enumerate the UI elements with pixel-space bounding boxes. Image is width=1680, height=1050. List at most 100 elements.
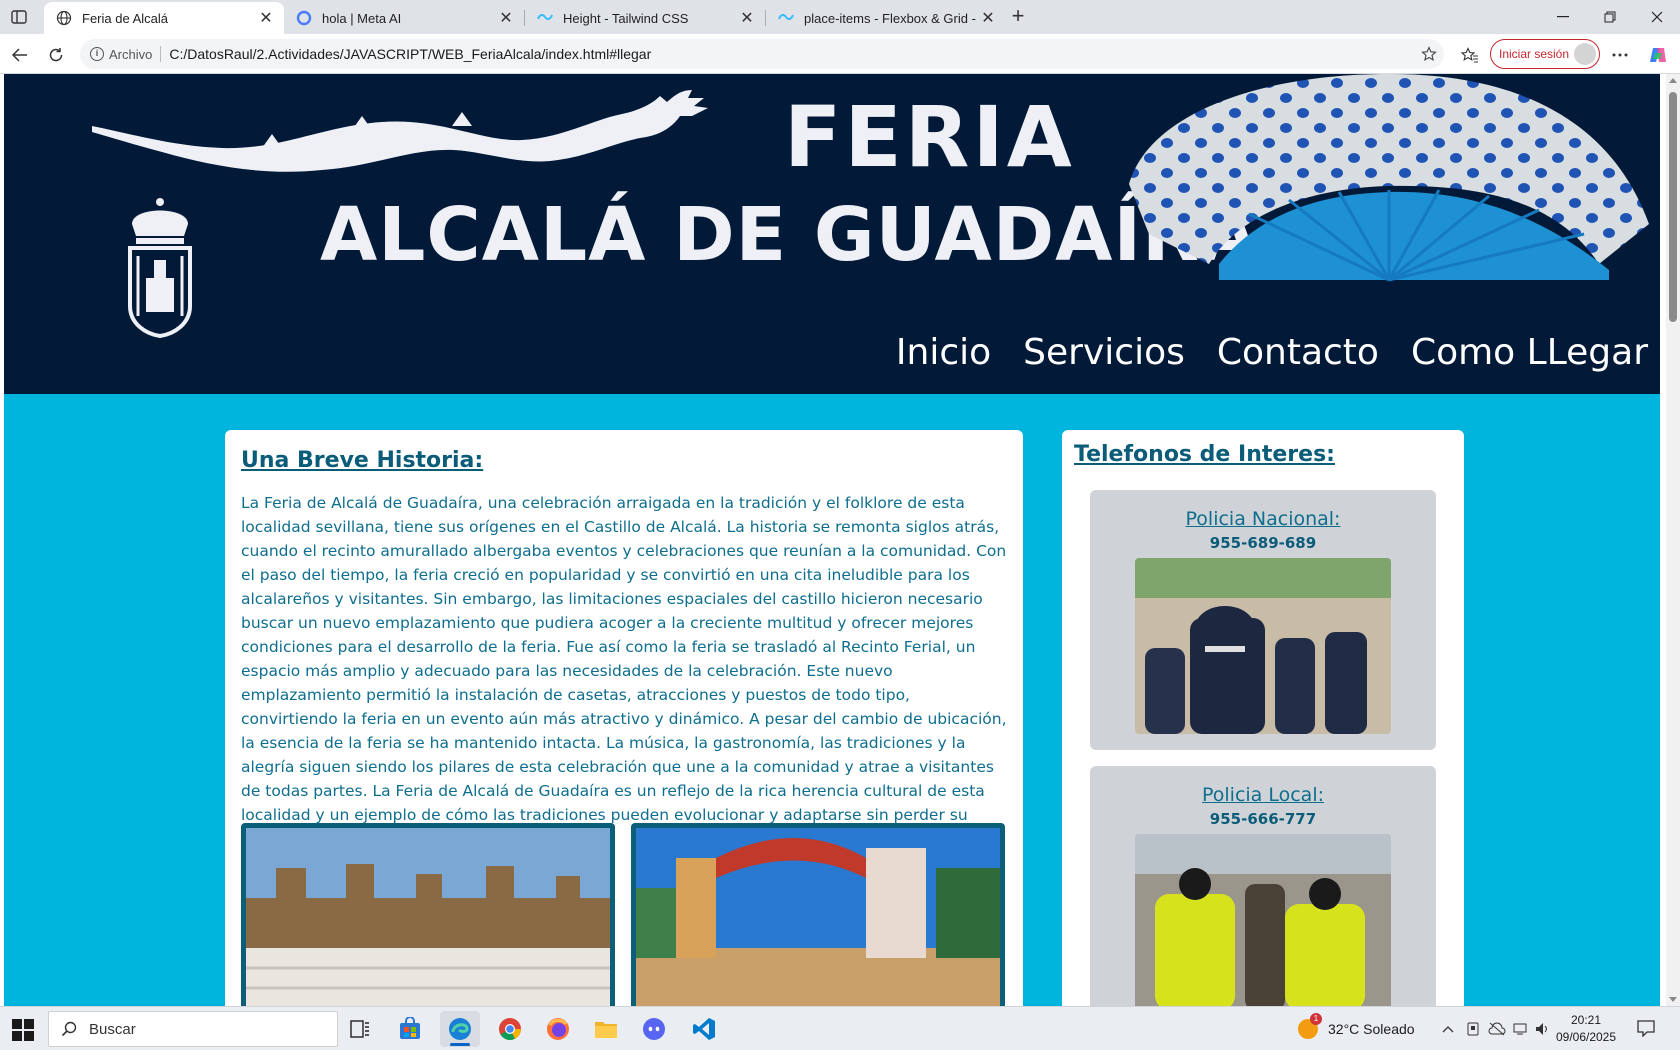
tray-overflow-chevron-icon[interactable] bbox=[1437, 1019, 1459, 1039]
taskbar-search-placeholder: Buscar bbox=[89, 1020, 136, 1038]
close-tab-icon[interactable]: ✕ bbox=[496, 8, 516, 28]
address-scheme-label: Archivo bbox=[109, 46, 153, 62]
tab-title: Feria de Alcalá bbox=[82, 10, 168, 26]
minimize-icon bbox=[1557, 16, 1569, 18]
tray-network-icon[interactable] bbox=[1510, 1019, 1532, 1039]
taskbar-firefox[interactable] bbox=[538, 1011, 578, 1047]
site-title-feria: FERIA bbox=[784, 88, 1075, 186]
tab-meta-ai[interactable]: hola | Meta AI ✕ bbox=[284, 2, 524, 34]
folder-icon bbox=[595, 1022, 617, 1038]
chrome-icon bbox=[499, 1018, 521, 1040]
info-icon[interactable]: i bbox=[90, 47, 104, 61]
tab-title: Height - Tailwind CSS bbox=[563, 10, 689, 26]
tab-tailwind-place-items[interactable]: place-items - Flexbox & Grid - Tai ✕ bbox=[766, 2, 1006, 34]
tailwind-icon bbox=[778, 10, 794, 26]
more-horizontal-icon bbox=[1612, 53, 1628, 57]
phone-name[interactable]: Policia Local: bbox=[1090, 784, 1436, 806]
tab-tailwind-height[interactable]: Height - Tailwind CSS ✕ bbox=[525, 2, 765, 34]
weather-text: 32°C Soleado bbox=[1328, 1021, 1415, 1037]
tab-actions-button[interactable] bbox=[8, 6, 30, 28]
site-body: FERIA ALCALÁ DE GUADAÍRA Inicio Servicio… bbox=[4, 74, 1660, 1006]
taskbar-chrome[interactable] bbox=[490, 1011, 530, 1047]
site-header: FERIA ALCALÁ DE GUADAÍRA Inicio Servicio… bbox=[4, 74, 1660, 394]
address-bar[interactable]: i Archivo C:/DatosRaul/2.Actividades/JAV… bbox=[80, 39, 1444, 69]
policia-local-photo bbox=[1135, 834, 1391, 1006]
minimize-button[interactable] bbox=[1540, 4, 1586, 30]
taskbar-weather[interactable]: 32°C Soleado bbox=[1298, 1013, 1415, 1039]
new-tab-button[interactable]: + bbox=[1005, 5, 1031, 29]
arrow-left-icon bbox=[12, 48, 27, 62]
coat-of-arms-logo bbox=[128, 198, 192, 338]
phones-heading: Telefonos de Interes: bbox=[1074, 442, 1335, 467]
back-button[interactable] bbox=[7, 42, 33, 68]
microsoft-store-icon bbox=[400, 1017, 420, 1039]
phone-card-policia-nacional: Policia Nacional: 955-689-689 bbox=[1090, 490, 1436, 750]
close-tab-icon[interactable]: ✕ bbox=[737, 8, 757, 28]
close-tab-icon[interactable]: ✕ bbox=[256, 8, 276, 28]
history-text: La Feria de Alcalá de Guadaíra, una cele… bbox=[241, 494, 1007, 848]
reload-button[interactable] bbox=[43, 42, 69, 68]
tailwind-icon bbox=[537, 10, 553, 26]
history-heading: Una Breve Historia: bbox=[241, 448, 484, 473]
taskbar-file-explorer[interactable] bbox=[586, 1011, 626, 1047]
address-divider bbox=[160, 46, 162, 62]
meta-ai-icon bbox=[296, 10, 312, 26]
tab-feria-alcala[interactable]: Feria de Alcalá ✕ bbox=[44, 2, 284, 34]
weather-sun-icon bbox=[1298, 1013, 1322, 1039]
nav-link-contacto[interactable]: Contacto bbox=[1217, 332, 1379, 373]
tray-cloud-icon[interactable] bbox=[1486, 1019, 1508, 1039]
taskbar-search-box[interactable]: Buscar bbox=[48, 1011, 338, 1047]
phones-card: Telefonos de Interes: Policia Nacional: … bbox=[1062, 430, 1464, 1006]
close-icon bbox=[1651, 11, 1663, 23]
task-view-button[interactable] bbox=[340, 1011, 380, 1047]
reload-icon bbox=[49, 48, 63, 62]
edge-icon bbox=[449, 1018, 471, 1040]
task-view-icon bbox=[350, 1020, 369, 1038]
favorite-star-icon[interactable] bbox=[1414, 46, 1444, 62]
taskbar-edge[interactable] bbox=[440, 1011, 480, 1047]
notifications-icon[interactable] bbox=[1636, 1019, 1656, 1037]
restore-button[interactable] bbox=[1587, 4, 1633, 30]
scroll-down-arrow-icon[interactable] bbox=[1669, 997, 1677, 1002]
settings-more-button[interactable] bbox=[1607, 42, 1633, 68]
windows-start-icon[interactable] bbox=[12, 1019, 34, 1041]
site-nav: Inicio Servicios Contacto Como LLegar bbox=[896, 332, 1648, 373]
sidebar-icon bbox=[11, 10, 27, 24]
castle-photo bbox=[241, 823, 615, 1006]
taskbar-clock[interactable]: 20:21 09/06/2025 bbox=[1548, 1012, 1624, 1046]
clock-time: 20:21 bbox=[1570, 1013, 1602, 1027]
nav-link-inicio[interactable]: Inicio bbox=[896, 332, 991, 373]
discord-icon bbox=[643, 1018, 665, 1040]
scroll-up-arrow-icon[interactable] bbox=[1669, 78, 1677, 83]
vertical-scrollbar[interactable] bbox=[1666, 74, 1680, 1006]
avatar bbox=[1574, 43, 1596, 65]
taskbar-store[interactable] bbox=[390, 1011, 430, 1047]
polka-dot-fan-image bbox=[1129, 74, 1649, 282]
taskbar-discord[interactable] bbox=[634, 1011, 674, 1047]
tab-title: hola | Meta AI bbox=[322, 10, 402, 26]
feria-portada-photo bbox=[631, 823, 1005, 1006]
sign-in-button[interactable]: Iniciar sesión bbox=[1490, 39, 1600, 69]
phone-card-policia-local: Policia Local: 955-666-777 bbox=[1090, 766, 1436, 1006]
restore-icon bbox=[1604, 11, 1616, 23]
policia-nacional-photo bbox=[1135, 558, 1391, 734]
scrollbar-thumb[interactable] bbox=[1669, 92, 1677, 322]
vscode-icon bbox=[693, 1018, 715, 1040]
copilot-icon bbox=[1650, 48, 1666, 62]
nav-link-como-llegar[interactable]: Como LLegar bbox=[1411, 332, 1648, 373]
tray-device-icon[interactable] bbox=[1462, 1019, 1484, 1039]
dragon-logo bbox=[92, 90, 708, 172]
browser-toolbar: i Archivo C:/DatosRaul/2.Actividades/JAV… bbox=[0, 34, 1680, 74]
close-tab-icon[interactable]: ✕ bbox=[978, 8, 998, 28]
sign-in-label: Iniciar sesión bbox=[1499, 47, 1570, 61]
copilot-button[interactable] bbox=[1645, 42, 1671, 68]
address-url[interactable]: C:/DatosRaul/2.Actividades/JAVASCRIPT/WE… bbox=[169, 46, 1414, 62]
phone-number: 955-689-689 bbox=[1209, 534, 1317, 552]
search-icon bbox=[61, 1021, 77, 1037]
favorites-button[interactable] bbox=[1457, 42, 1483, 68]
nav-link-servicios[interactable]: Servicios bbox=[1023, 332, 1185, 373]
close-window-button[interactable] bbox=[1634, 4, 1680, 30]
phone-name[interactable]: Policia Nacional: bbox=[1090, 508, 1436, 530]
tab-title: place-items - Flexbox & Grid - Tai bbox=[804, 10, 978, 26]
taskbar-vscode[interactable] bbox=[684, 1011, 724, 1047]
